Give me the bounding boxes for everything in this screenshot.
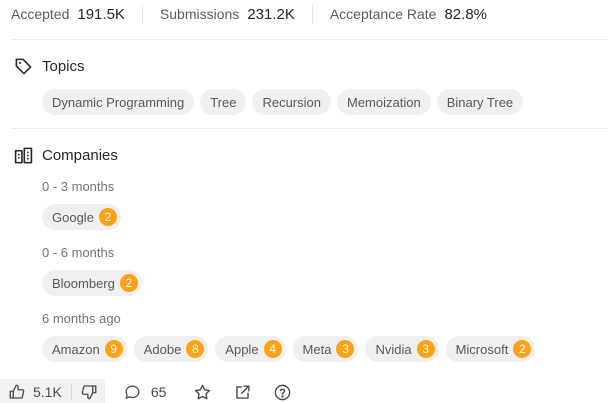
topic-tag[interactable]: Tree bbox=[200, 89, 247, 115]
company-name: Adobe bbox=[143, 341, 182, 357]
submissions-stat: Submissions 231.2K bbox=[160, 6, 295, 23]
company-count-badge: 9 bbox=[104, 340, 123, 358]
period-label: 0 - 3 months bbox=[42, 179, 115, 194]
acceptance-rate-stat: Acceptance Rate 82.8% bbox=[330, 6, 487, 23]
company-tag-bloomberg[interactable]: Bloomberg 2 bbox=[42, 270, 142, 296]
accepted-stat: Accepted 191.5K bbox=[11, 6, 125, 23]
company-tag-nvidia[interactable]: Nvidia 3 bbox=[365, 336, 439, 362]
section-divider bbox=[11, 39, 608, 40]
accepted-value: 191.5K bbox=[77, 5, 125, 23]
company-name: Apple bbox=[225, 341, 259, 357]
building-icon bbox=[14, 146, 33, 165]
problem-info-panel: Accepted 191.5K Submissions 231.2K Accep… bbox=[0, 0, 608, 403]
help-button[interactable] bbox=[272, 382, 292, 402]
topic-tag-list: Dynamic Programming Tree Recursion Memoi… bbox=[42, 89, 524, 115]
vote-group: 5.1K bbox=[0, 379, 105, 403]
company-tag-list: Google 2 bbox=[42, 204, 121, 230]
topic-tag[interactable]: Dynamic Programming bbox=[42, 89, 195, 115]
company-tag-apple[interactable]: Apple 4 bbox=[215, 336, 286, 362]
thumbs-down-icon bbox=[80, 383, 98, 401]
period-label: 6 months ago bbox=[42, 311, 121, 326]
topic-tag[interactable]: Recursion bbox=[252, 89, 331, 115]
section-divider bbox=[11, 128, 608, 129]
company-count-badge: 2 bbox=[98, 208, 117, 226]
period-label: 0 - 6 months bbox=[42, 245, 115, 260]
submissions-label: Submissions bbox=[159, 6, 240, 22]
company-tag-adobe[interactable]: Adobe 8 bbox=[133, 336, 209, 362]
star-icon bbox=[193, 383, 212, 402]
stats-row: Accepted 191.5K Submissions 231.2K Accep… bbox=[11, 4, 487, 24]
company-count-badge: 2 bbox=[119, 274, 138, 292]
company-tag-google[interactable]: Google 2 bbox=[42, 204, 121, 230]
like-button[interactable]: 5.1K bbox=[0, 379, 71, 403]
share-icon bbox=[233, 383, 252, 402]
topic-tag[interactable]: Binary Tree bbox=[436, 89, 524, 115]
company-tag-meta[interactable]: Meta 3 bbox=[292, 336, 359, 362]
favorite-button[interactable] bbox=[192, 382, 212, 402]
dislike-button[interactable] bbox=[72, 379, 105, 403]
stat-divider bbox=[311, 5, 313, 23]
companies-header[interactable]: Companies bbox=[14, 146, 118, 165]
comment-icon bbox=[124, 384, 151, 401]
company-name: Google bbox=[52, 209, 94, 225]
company-name: Nvidia bbox=[375, 341, 412, 357]
company-name: Bloomberg bbox=[52, 275, 115, 291]
topic-tag[interactable]: Memoization bbox=[336, 89, 431, 115]
company-count-badge: 3 bbox=[336, 340, 355, 358]
thumbs-up-icon bbox=[8, 383, 33, 401]
share-button[interactable] bbox=[232, 382, 252, 402]
company-name: Microsoft bbox=[455, 341, 509, 357]
topics-header[interactable]: Topics bbox=[14, 57, 85, 76]
accepted-label: Accepted bbox=[11, 6, 70, 22]
company-name: Meta bbox=[302, 341, 332, 357]
stat-divider bbox=[141, 5, 143, 23]
action-bar: 5.1K 65 bbox=[0, 379, 292, 403]
company-tag-list: Bloomberg 2 bbox=[42, 270, 142, 296]
company-count-badge: 2 bbox=[513, 340, 532, 358]
acceptance-rate-value: 82.8% bbox=[444, 5, 488, 23]
tag-icon bbox=[14, 57, 33, 76]
comment-count: 65 bbox=[150, 384, 167, 400]
company-name: Amazon bbox=[52, 341, 100, 357]
company-count-badge: 3 bbox=[416, 340, 435, 358]
help-icon bbox=[273, 383, 292, 402]
company-tag-amazon[interactable]: Amazon 9 bbox=[42, 336, 127, 362]
acceptance-rate-label: Acceptance Rate bbox=[329, 6, 437, 22]
company-count-badge: 8 bbox=[186, 340, 205, 358]
company-count-badge: 4 bbox=[263, 340, 282, 358]
company-tag-microsoft[interactable]: Microsoft 2 bbox=[445, 336, 536, 362]
company-tag-list: Amazon 9 Adobe 8 Apple 4 Meta 3 Nvidia 3… bbox=[42, 336, 536, 362]
submissions-value: 231.2K bbox=[247, 5, 295, 23]
companies-title: Companies bbox=[42, 147, 118, 164]
topics-title: Topics bbox=[42, 58, 85, 75]
like-count: 5.1K bbox=[33, 384, 62, 400]
comments-button[interactable]: 65 bbox=[124, 384, 167, 401]
